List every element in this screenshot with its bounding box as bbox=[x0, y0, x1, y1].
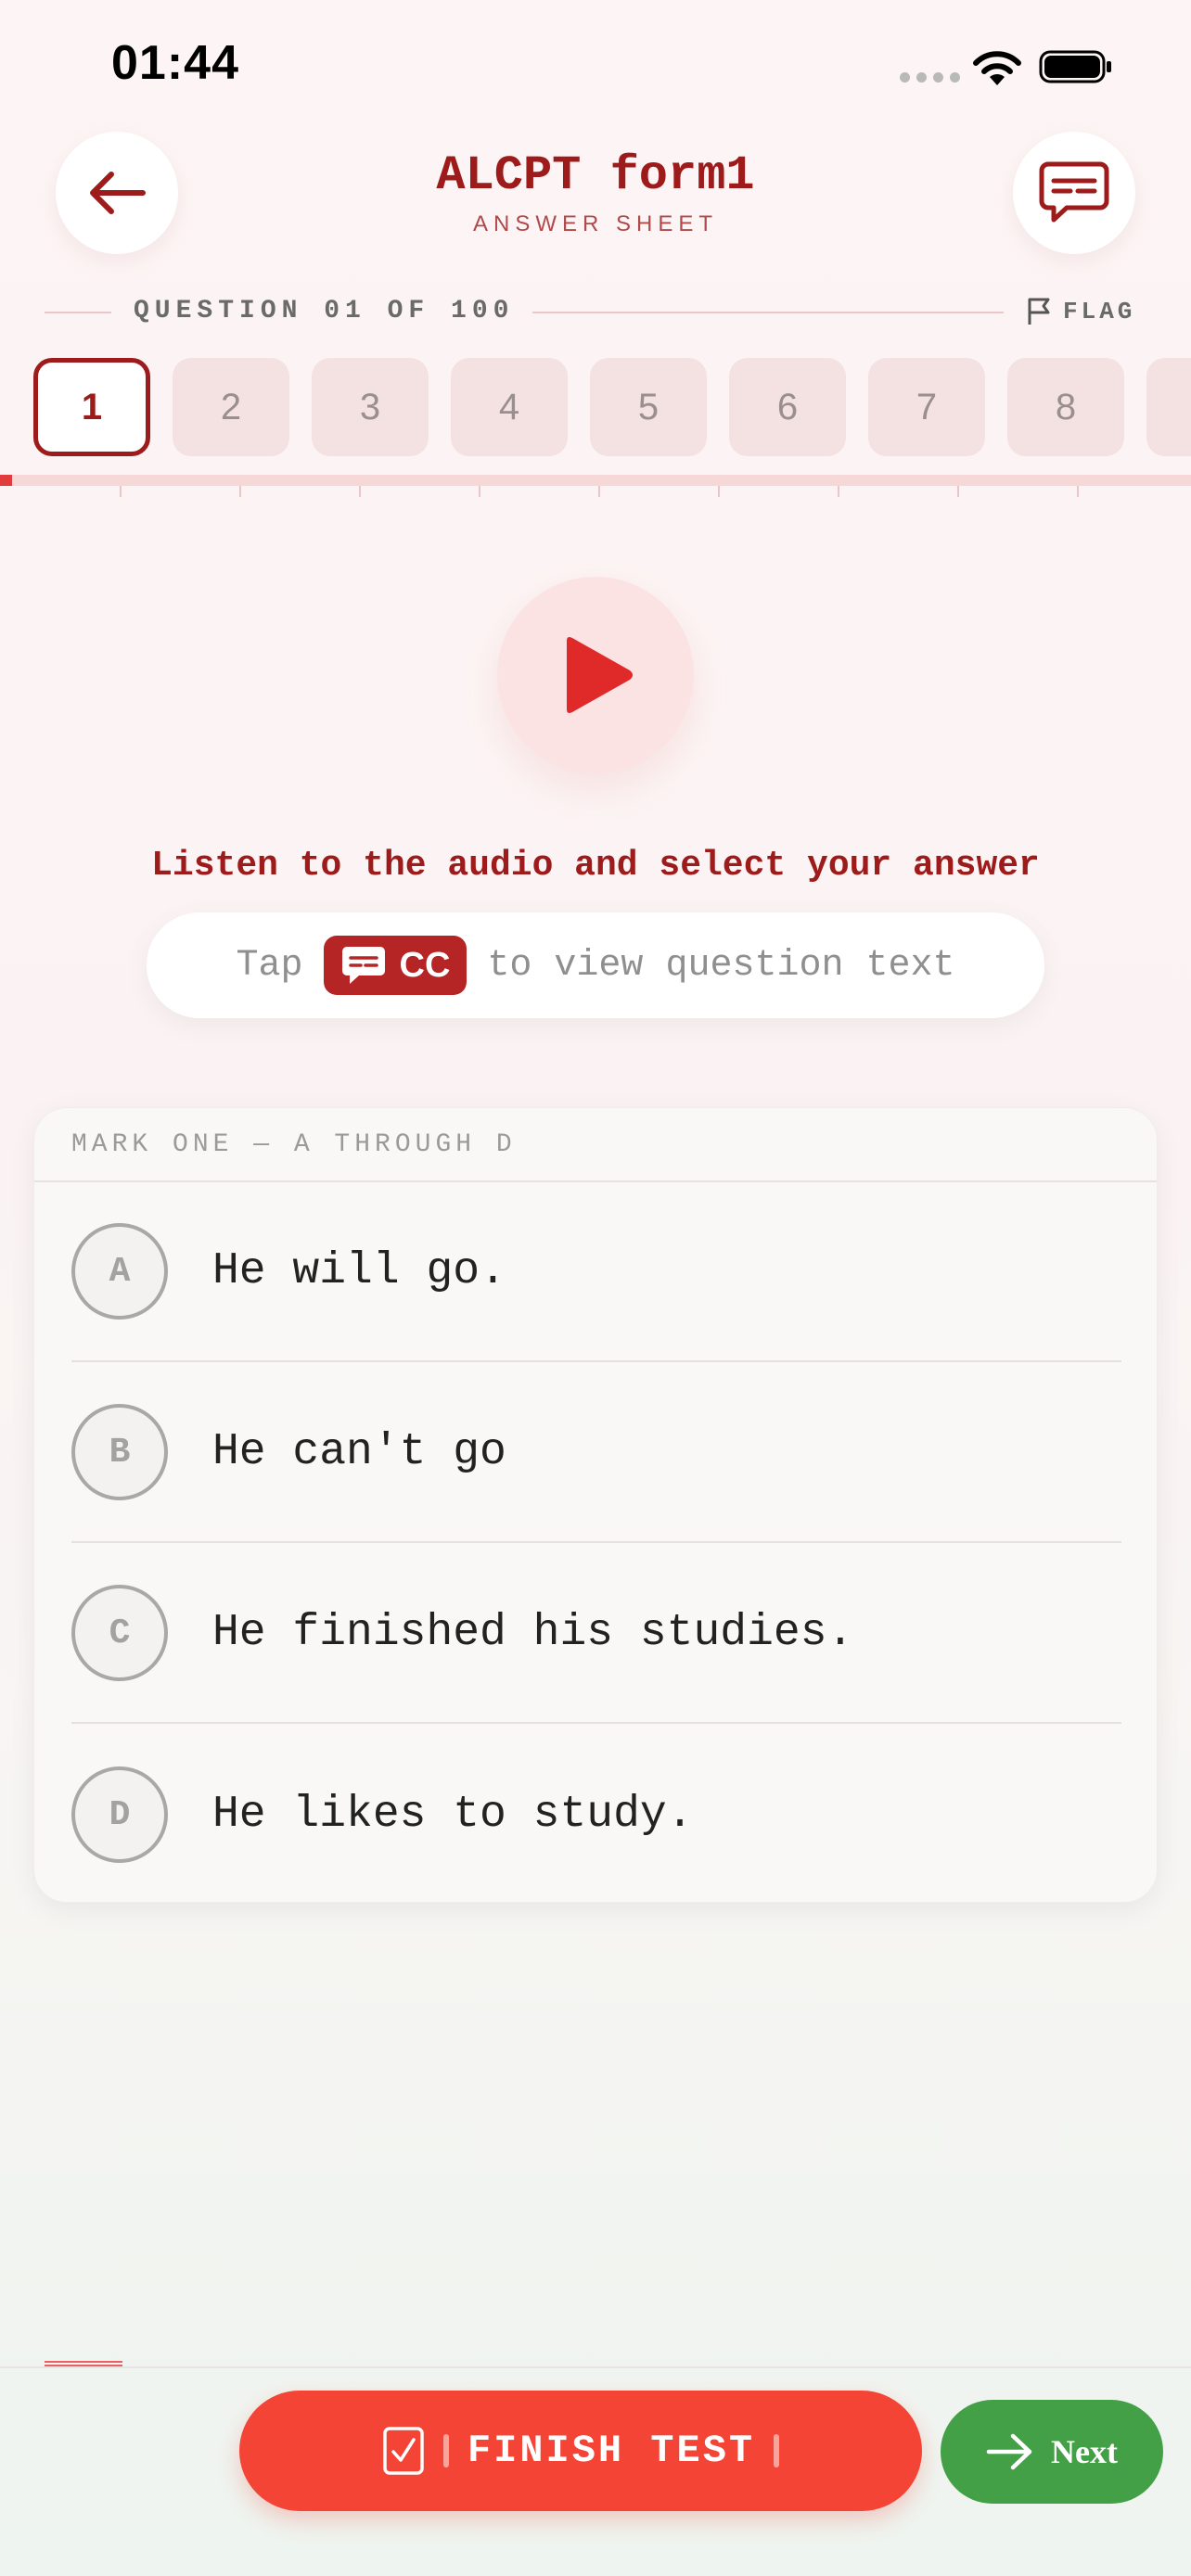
progress-tick bbox=[359, 486, 361, 497]
question-chip[interactable]: 3 bbox=[312, 358, 429, 456]
checkbox-icon bbox=[383, 2427, 424, 2475]
progress-tick bbox=[838, 486, 839, 497]
finish-test-button[interactable]: FINISH TEST bbox=[239, 2391, 922, 2511]
progress-fill bbox=[0, 475, 12, 486]
question-chip[interactable]: 8 bbox=[1007, 358, 1124, 456]
answer-option-text: He likes to study. bbox=[212, 1790, 694, 1840]
next-label: Next bbox=[1051, 2433, 1118, 2470]
answer-option-d[interactable]: D He likes to study. bbox=[71, 1725, 1121, 1902]
back-button[interactable] bbox=[56, 132, 178, 254]
wifi-icon bbox=[973, 51, 1021, 85]
arrow-right-icon bbox=[986, 2433, 1032, 2470]
bottom-divider bbox=[0, 2366, 1191, 2368]
flag-button[interactable]: FLAG bbox=[1026, 297, 1135, 326]
page-title: ALCPT form1 bbox=[436, 148, 755, 203]
answer-option-b[interactable]: B He can't go bbox=[71, 1363, 1121, 1543]
cc-badge-label: CC bbox=[399, 945, 451, 985]
question-chip[interactable]: 5 bbox=[590, 358, 707, 456]
cc-hint-prefix: Tap bbox=[236, 944, 303, 987]
answer-option-letter: A bbox=[71, 1223, 168, 1320]
cc-hint-suffix: to view question text bbox=[487, 944, 955, 987]
question-chip[interactable]: 9 bbox=[1146, 358, 1191, 456]
counter-divider-right bbox=[532, 312, 1004, 313]
finish-test-label: FINISH TEST bbox=[467, 2429, 756, 2473]
progress-tick bbox=[957, 486, 959, 497]
answer-card: MARK ONE — A THROUGH D A He will go. B He c… bbox=[33, 1107, 1158, 1903]
counter-divider-left bbox=[45, 312, 111, 313]
answer-card-header: MARK ONE — A THROUGH D bbox=[34, 1108, 1157, 1182]
cc-hint: Tap CC to view question text bbox=[147, 912, 1044, 1018]
arrow-left-icon bbox=[90, 172, 146, 214]
cc-badge: CC bbox=[323, 936, 467, 995]
caption-bubble-icon bbox=[341, 947, 385, 984]
question-chip[interactable]: 6 bbox=[729, 358, 846, 456]
captions-button[interactable] bbox=[1013, 132, 1135, 254]
answer-option-letter: B bbox=[71, 1404, 168, 1500]
question-chip[interactable]: 1 bbox=[33, 358, 150, 456]
play-audio-button[interactable] bbox=[497, 577, 694, 773]
flag-icon bbox=[1028, 298, 1050, 325]
answer-option-text: He can't go bbox=[212, 1427, 506, 1477]
finish-separator-left bbox=[442, 2434, 449, 2468]
progress-tick bbox=[120, 486, 122, 497]
question-navigator: 123456789 bbox=[33, 358, 1191, 460]
progress-tick bbox=[718, 486, 720, 497]
progress-tick bbox=[1077, 486, 1079, 497]
question-chip[interactable]: 4 bbox=[451, 358, 568, 456]
play-icon bbox=[567, 637, 633, 713]
flag-label: FLAG bbox=[1063, 298, 1136, 325]
answer-option-letter: D bbox=[71, 1766, 168, 1863]
question-chip[interactable]: 7 bbox=[868, 358, 985, 456]
answer-option-letter: C bbox=[71, 1585, 168, 1681]
cellular-signal-icon bbox=[900, 72, 960, 83]
answer-option-a[interactable]: A He will go. bbox=[71, 1182, 1121, 1362]
answer-option-c[interactable]: C He finished his studies. bbox=[71, 1544, 1121, 1724]
status-time: 01:44 bbox=[111, 36, 239, 90]
answer-option-text: He will go. bbox=[212, 1246, 506, 1296]
progress-track bbox=[0, 475, 1191, 497]
progress-tick bbox=[239, 486, 241, 497]
progress-tick bbox=[598, 486, 600, 497]
question-chip[interactable]: 2 bbox=[173, 358, 289, 456]
next-button[interactable]: Next bbox=[941, 2400, 1163, 2504]
progress-tick bbox=[479, 486, 480, 497]
page-subtitle: ANSWER SHEET bbox=[472, 211, 719, 236]
question-counter: QUESTION 01 OF 100 bbox=[134, 297, 515, 325]
finish-separator-right bbox=[774, 2434, 780, 2468]
chat-bubble-icon bbox=[1039, 161, 1109, 223]
audio-instruction: Listen to the audio and select your answ… bbox=[151, 846, 1040, 886]
battery-icon bbox=[1039, 50, 1111, 83]
answer-option-text: He finished his studies. bbox=[212, 1608, 854, 1658]
